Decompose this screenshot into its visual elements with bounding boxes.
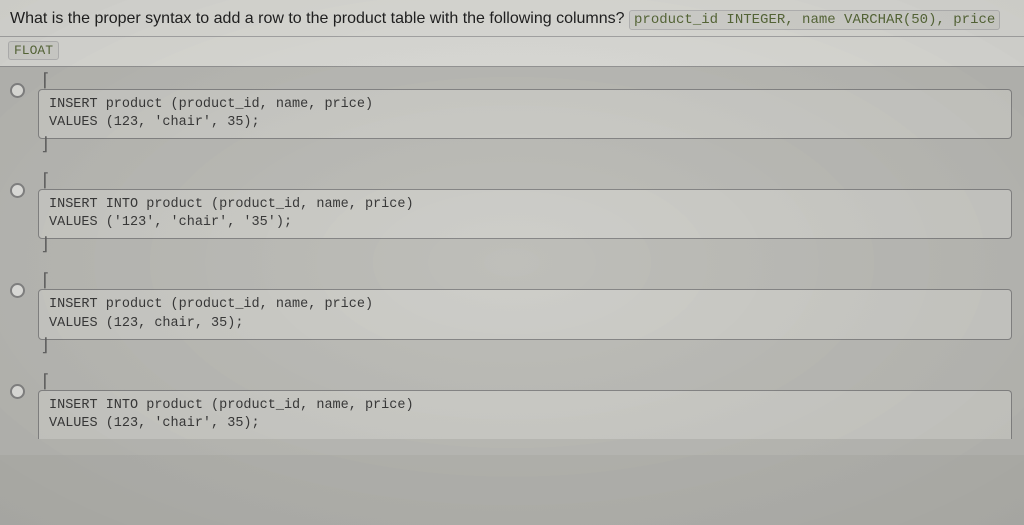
bracket-close-icon: ⌋ — [38, 342, 1018, 352]
radio-b[interactable] — [10, 183, 25, 198]
option-b-code: INSERT INTO product (product_id, name, p… — [38, 189, 1012, 239]
radio-d[interactable] — [10, 384, 25, 399]
option-c-code: INSERT product (product_id, name, price)… — [38, 289, 1012, 339]
options-list: ⌈ INSERT product (product_id, name, pric… — [0, 67, 1024, 456]
bracket-open-icon: ⌈ — [38, 77, 1018, 87]
question-prompt: What is the proper syntax to add a row t… — [0, 0, 1024, 37]
option-d[interactable]: ⌈ INSERT INTO product (product_id, name,… — [6, 378, 1018, 441]
columns-code: product_id INTEGER, name VARCHAR(50), pr… — [629, 10, 1000, 30]
option-d-code: INSERT INTO product (product_id, name, p… — [38, 390, 1012, 439]
bracket-open-icon: ⌈ — [38, 378, 1018, 388]
option-b[interactable]: ⌈ INSERT INTO product (product_id, name,… — [6, 177, 1018, 251]
option-c[interactable]: ⌈ INSERT product (product_id, name, pric… — [6, 277, 1018, 351]
option-a[interactable]: ⌈ INSERT product (product_id, name, pric… — [6, 77, 1018, 151]
trailing-type-row: FLOAT — [0, 37, 1024, 67]
bracket-open-icon: ⌈ — [38, 277, 1018, 287]
bracket-open-icon: ⌈ — [38, 177, 1018, 187]
radio-c[interactable] — [10, 283, 25, 298]
bracket-close-icon: ⌋ — [38, 141, 1018, 151]
option-a-code: INSERT product (product_id, name, price)… — [38, 89, 1012, 139]
radio-a[interactable] — [10, 83, 25, 98]
trailing-type-chip: FLOAT — [8, 41, 59, 60]
question-text: What is the proper syntax to add a row t… — [10, 10, 625, 27]
bracket-close-icon: ⌋ — [38, 241, 1018, 251]
